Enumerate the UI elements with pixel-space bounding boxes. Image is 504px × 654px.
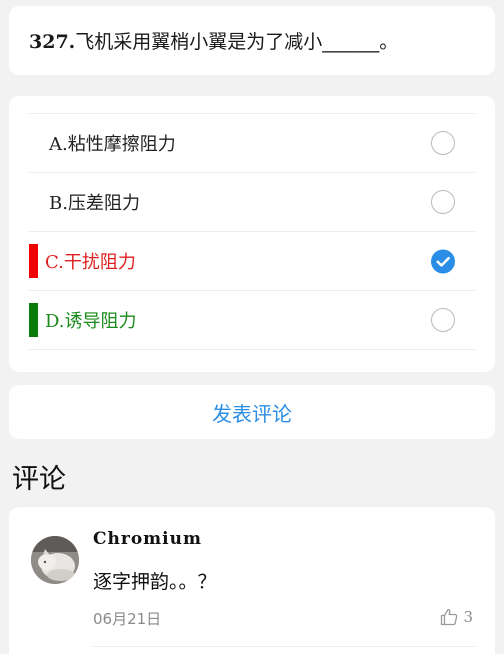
option-a-letter: A. xyxy=(49,134,68,155)
question-card: 327.飞机采用翼梢小翼是为了减小______。 xyxy=(9,6,495,75)
option-b-label-group: B.压差阻力 xyxy=(49,189,140,215)
option-c-text: 干扰阻力 xyxy=(63,252,136,273)
comment-text: 逐字押韵。。？ xyxy=(93,571,217,593)
option-c-radio-checked[interactable] xyxy=(431,249,455,273)
option-b-label: B.压差阻力 xyxy=(49,189,140,215)
checkmark-icon xyxy=(431,249,455,273)
option-b-letter: B. xyxy=(49,193,68,214)
option-a-text: 粘性摩擦阻力 xyxy=(67,134,176,155)
thumbs-up-icon xyxy=(441,608,458,626)
option-a-radio[interactable] xyxy=(431,131,455,155)
question-body: 飞机采用翼梢小翼是为了减小______。 xyxy=(75,31,399,53)
comment-username[interactable]: Chromium xyxy=(93,529,202,549)
correct-answer-marker xyxy=(29,303,38,337)
option-b[interactable]: B.压差阻力 xyxy=(29,173,475,232)
post-comment-button[interactable]: 发表评论 xyxy=(212,398,292,427)
option-d-text: 诱导阻力 xyxy=(64,311,137,332)
comment-date: 06月21日 xyxy=(93,610,162,628)
option-a-label: A.粘性摩擦阻力 xyxy=(49,130,176,156)
option-c[interactable]: C.干扰阻力 xyxy=(29,232,475,291)
option-list: A.粘性摩擦阻力 B.压差阻力 C.干扰阻力 D.诱导阻力 xyxy=(29,113,475,350)
option-d-letter: D. xyxy=(45,311,65,332)
question-text: 327.飞机采用翼梢小翼是为了减小______。 xyxy=(29,27,398,54)
option-d[interactable]: D.诱导阻力 xyxy=(29,291,475,350)
avatar[interactable] xyxy=(31,536,79,584)
option-d-label: D.诱导阻力 xyxy=(45,307,137,333)
option-d-label-group: D.诱导阻力 xyxy=(29,303,137,337)
comments-heading: 评论 xyxy=(12,464,66,495)
post-comment-card[interactable]: 发表评论 xyxy=(9,385,495,439)
like-count: 3 xyxy=(463,608,473,626)
question-number: 327. xyxy=(29,31,76,53)
option-a-label-group: A.粘性摩擦阻力 xyxy=(49,130,176,156)
option-c-label-group: C.干扰阻力 xyxy=(29,244,136,278)
option-d-radio[interactable] xyxy=(431,308,455,332)
comment-divider xyxy=(93,646,475,647)
comment-item: Chromium 逐字押韵。。？ 06月21日 3 xyxy=(9,507,495,654)
option-a[interactable]: A.粘性摩擦阻力 xyxy=(29,114,475,173)
option-b-radio[interactable] xyxy=(431,190,455,214)
options-card: A.粘性摩擦阻力 B.压差阻力 C.干扰阻力 D.诱导阻力 xyxy=(9,96,495,372)
option-c-label: C.干扰阻力 xyxy=(45,248,136,274)
cat-photo-avatar-icon xyxy=(31,536,79,584)
option-c-letter: C. xyxy=(45,252,64,273)
option-b-text: 压差阻力 xyxy=(67,193,140,214)
like-button[interactable]: 3 xyxy=(439,607,473,627)
wrong-answer-marker xyxy=(29,244,38,278)
